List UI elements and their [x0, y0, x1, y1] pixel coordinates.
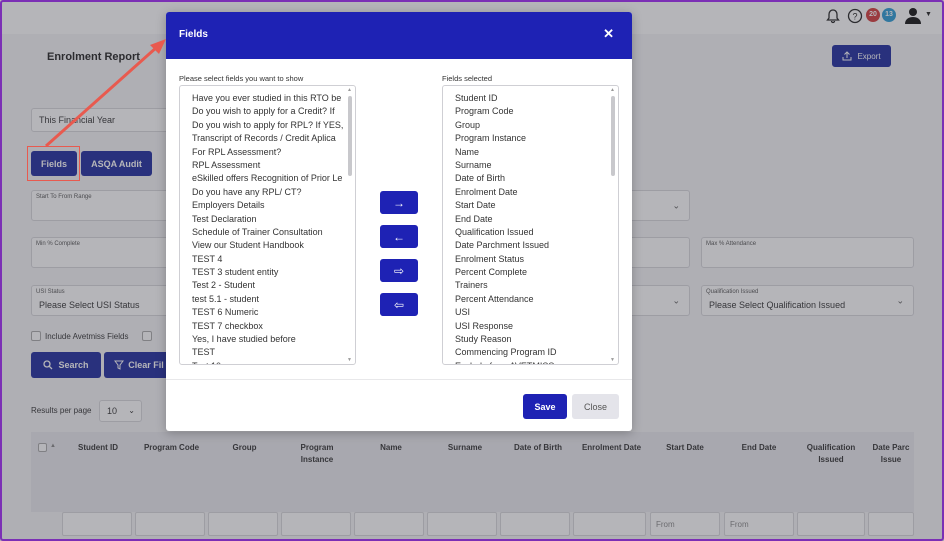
available-field-item[interactable]: Schedule of Trainer Consultation [192, 226, 345, 239]
selected-field-item[interactable]: Percent Complete [455, 266, 608, 279]
available-field-item[interactable]: Do you have any RPL/ CT? [192, 186, 345, 199]
available-list-scrollbar[interactable]: ▲ ▼ [347, 87, 352, 363]
available-field-item[interactable]: Employers Details [192, 199, 345, 212]
scroll-up-icon[interactable]: ▲ [347, 87, 352, 93]
available-field-item[interactable]: TEST 4 [192, 253, 345, 266]
selected-field-item[interactable]: Trainers [455, 279, 608, 292]
available-field-item[interactable]: TEST 6 Numeric [192, 306, 345, 319]
selected-fields-label: Fields selected [442, 74, 493, 83]
selected-field-item[interactable]: Enrolment Date [455, 186, 608, 199]
selected-field-item[interactable]: Exclude from AVETMISS [455, 360, 608, 364]
selected-field-item[interactable]: Enrolment Status [455, 253, 608, 266]
available-field-item[interactable]: Do you wish to apply for a Credit? If [192, 105, 345, 118]
move-right-button[interactable]: → [380, 191, 418, 214]
available-field-item[interactable]: test 5.1 - student [192, 293, 345, 306]
selected-field-item[interactable]: Percent Attendance [455, 293, 608, 306]
selected-field-item[interactable]: Date Parchment Issued [455, 239, 608, 252]
available-field-item[interactable]: TEST [192, 346, 345, 359]
selected-field-item[interactable]: Program Instance [455, 132, 608, 145]
scroll-thumb[interactable] [348, 96, 352, 176]
selected-field-item[interactable]: Surname [455, 159, 608, 172]
selected-list-scrollbar[interactable]: ▲ ▼ [610, 87, 615, 363]
modal-header: Fields ✕ [166, 12, 632, 59]
modal-title: Fields [179, 29, 208, 40]
move-all-left-button[interactable]: ⇦ [380, 293, 418, 316]
selected-field-item[interactable]: Study Reason [455, 333, 608, 346]
selected-fields-list[interactable]: Student ID Program Code Group Program Insta… [442, 85, 619, 365]
selected-field-item[interactable]: Date of Birth [455, 172, 608, 185]
available-field-item[interactable]: TEST 3 student entity [192, 266, 345, 279]
move-all-right-button[interactable]: ⇨ [380, 259, 418, 282]
available-field-item[interactable]: Yes, I have studied before [192, 333, 345, 346]
fields-button-highlight [27, 146, 80, 181]
available-field-item[interactable]: Transcript of Records / Credit Aplica [192, 132, 345, 145]
move-left-button[interactable]: ← [380, 225, 418, 248]
selected-field-item[interactable]: Program Code [455, 105, 608, 118]
available-field-item[interactable]: TEST 7 checkbox [192, 320, 345, 333]
available-field-item[interactable]: Test 10 [192, 360, 345, 364]
available-field-item[interactable]: Test 2 - Student [192, 279, 345, 292]
selected-field-item[interactable]: Name [455, 146, 608, 159]
selected-field-item[interactable]: Start Date [455, 199, 608, 212]
available-field-item[interactable]: For RPL Assessment? [192, 146, 345, 159]
available-field-item[interactable]: Have you ever studied in this RTO be [192, 92, 345, 105]
available-field-item[interactable]: View our Student Handbook [192, 239, 345, 252]
selected-field-item[interactable]: Commencing Program ID [455, 346, 608, 359]
close-button[interactable]: Close [572, 394, 619, 419]
selected-field-item[interactable]: Qualification Issued [455, 226, 608, 239]
modal-footer-divider [166, 379, 632, 380]
save-button[interactable]: Save [523, 394, 567, 419]
available-fields-label: Please select fields you want to show [179, 74, 304, 83]
selected-field-item[interactable]: Group [455, 119, 608, 132]
selected-field-item[interactable]: USI [455, 306, 608, 319]
scroll-up-icon[interactable]: ▲ [610, 87, 615, 93]
scroll-thumb[interactable] [611, 96, 615, 176]
selected-field-item[interactable]: Student ID [455, 92, 608, 105]
scroll-down-icon[interactable]: ▼ [610, 357, 615, 363]
scroll-down-icon[interactable]: ▼ [347, 357, 352, 363]
available-field-item[interactable]: Do you wish to apply for RPL? If YES, c [192, 119, 345, 132]
available-field-item[interactable]: RPL Assessment [192, 159, 345, 172]
available-field-item[interactable]: Test Declaration [192, 213, 345, 226]
selected-field-item[interactable]: USI Response [455, 320, 608, 333]
available-fields-list[interactable]: Have you ever studied in this RTO be Do y… [179, 85, 356, 365]
close-icon[interactable]: ✕ [603, 26, 614, 42]
available-field-item[interactable]: eSkilled offers Recognition of Prior Le [192, 172, 345, 185]
selected-field-item[interactable]: End Date [455, 213, 608, 226]
fields-modal: Fields ✕ Please select fields you want t… [166, 12, 632, 431]
